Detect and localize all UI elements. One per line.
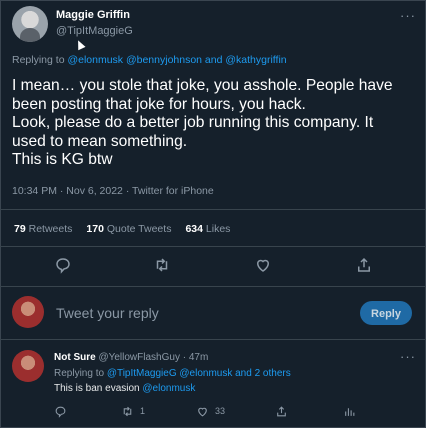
divider [0,286,426,287]
reply-input[interactable]: Tweet your reply [56,305,159,321]
tweet-text-line: been posting that joke for hours, you ha… [12,95,306,113]
reply-text: This is ban evasion @elonmusk [54,383,196,394]
reply-icon[interactable] [54,256,72,274]
reply-header: Not Sure @YellowFlashGuy · 47m [54,352,208,363]
analytics-icon[interactable] [343,405,356,418]
tweet-timestamp[interactable]: 10:34 PM · Nov 6, 2022 · Twitter for iPh… [12,185,214,197]
retweets-stat[interactable]: 79 Retweets [14,223,72,235]
share-icon[interactable] [355,256,373,274]
author-name[interactable]: Maggie Griffin [56,9,130,21]
more-options-icon[interactable]: ··· [400,8,416,23]
author-handle[interactable]: @TipItMaggieG [56,25,133,37]
divider [0,209,426,210]
reply-reply-action[interactable] [54,404,67,418]
reply-icon[interactable] [54,405,67,418]
reply-retweet-action[interactable]: 1 [121,404,145,418]
tweet-text-line: This is KG btw [12,151,113,169]
reply-mentions-link[interactable]: @TipItMaggieG @elonmusk and 2 others [107,368,291,379]
engagement-stats: 79 Retweets 170 Quote Tweets 634 Likes [14,223,230,235]
current-user-avatar [12,296,44,328]
reply-replying-to: Replying to @TipItMaggieG @elonmusk and … [54,368,291,379]
reply-author-name[interactable]: Not Sure [54,352,96,363]
reply-share-action[interactable] [275,404,288,418]
divider [0,339,426,340]
tweet-text: I mean… you stole that joke, you asshole… [12,77,417,170]
tweet-text-line: I mean… you stole that joke, you asshole… [12,77,393,94]
likes-stat[interactable]: 634 Likes [185,223,230,235]
tweet-text-line: Look, please do a better job running thi… [12,114,374,132]
author-avatar[interactable] [12,6,48,42]
like-icon[interactable] [254,256,272,274]
reply-mention-link[interactable]: @elonmusk [142,383,195,394]
reply-like-action[interactable]: 33 [196,404,225,418]
replying-prefix: Replying to [12,54,68,66]
divider [0,246,426,247]
share-icon[interactable] [275,405,288,418]
reply-more-options-icon[interactable]: ··· [400,349,416,364]
reply-time[interactable]: · 47m [183,352,209,363]
replying-to: Replying to @elonmusk @bennyjohnson and … [12,54,287,66]
reply-author-avatar[interactable] [12,350,44,382]
tweet-text-line: used to mean something. [12,132,188,150]
retweet-icon[interactable] [121,405,134,418]
retweet-icon[interactable] [153,256,171,274]
reply-analytics-action[interactable] [343,404,356,418]
quote-tweets-stat[interactable]: 170 Quote Tweets [86,223,171,235]
like-icon[interactable] [196,405,209,418]
reply-like-count: 33 [215,406,226,416]
replying-mentions-link[interactable]: @elonmusk @bennyjohnson and @kathygriffi… [67,54,286,66]
reply-button[interactable]: Reply [360,301,412,325]
reply-retweet-count: 1 [140,406,146,416]
reply-author-handle[interactable]: @YellowFlashGuy [98,352,179,363]
